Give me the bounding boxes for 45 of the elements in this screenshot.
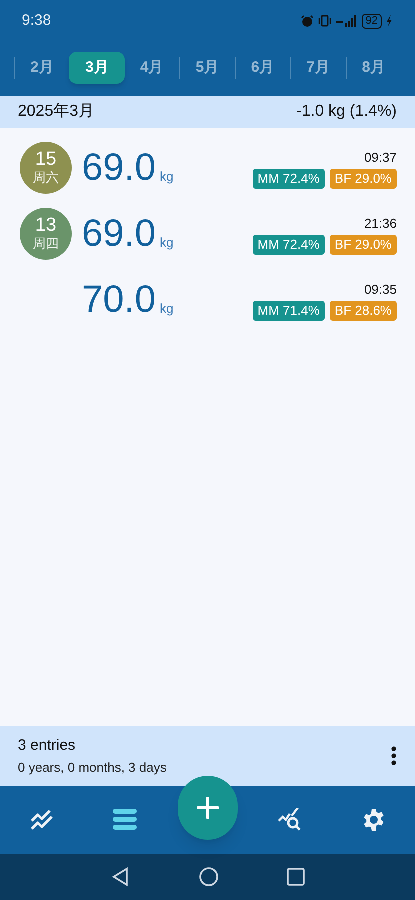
weight-value: 69.0	[82, 215, 156, 253]
charging-icon	[386, 15, 393, 27]
month-tab[interactable]: 2月	[14, 52, 70, 84]
alarm-icon	[300, 14, 314, 28]
weight-unit: kg	[160, 300, 174, 318]
muscle-mass-tag: MM 72.4%	[252, 169, 325, 188]
battery-level: 92	[362, 14, 382, 28]
weight-unit: kg	[160, 234, 174, 252]
day-number: 15	[35, 150, 57, 170]
list-icon[interactable]	[112, 809, 136, 831]
recents-icon[interactable]	[286, 868, 304, 886]
weekday: 周六	[33, 170, 59, 186]
month-tab[interactable]: 3月	[69, 52, 125, 84]
vibrate-icon	[318, 15, 332, 27]
day-number: 13	[35, 216, 57, 236]
body-fat-tag: BF 29.0%	[330, 235, 397, 254]
entry-time: 09:35	[364, 280, 397, 298]
weight-unit: kg	[160, 168, 174, 186]
back-icon[interactable]	[110, 867, 130, 887]
entry-count: 3 entries	[18, 736, 77, 756]
home-icon[interactable]	[198, 867, 218, 887]
weight-value: 70.0	[82, 281, 156, 319]
entry-time: 09:37	[364, 148, 397, 166]
plus-icon	[196, 797, 218, 819]
weekday: 周四	[33, 236, 59, 252]
month-tab[interactable]: 8月	[346, 52, 401, 84]
status-time: 9:38	[22, 10, 52, 31]
chart-search-icon[interactable]	[278, 808, 304, 832]
trend-icon[interactable]	[30, 809, 54, 831]
weight-value: 69.0	[82, 149, 156, 187]
time-span: 0 years, 0 months, 3 days	[18, 758, 167, 777]
month-title: 2025年3月	[18, 102, 94, 122]
month-tab[interactable]: 5月	[180, 52, 235, 84]
month-tab[interactable]: 6月	[236, 52, 290, 84]
signal-icon	[336, 15, 358, 27]
body-fat-tag: BF 28.6%	[330, 301, 397, 320]
muscle-mass-tag: MM 71.4%	[252, 301, 325, 320]
month-tab[interactable]: 4月	[124, 52, 180, 84]
body-fat-tag: BF 29.0%	[330, 169, 397, 188]
month-tab[interactable]: 7月	[291, 52, 346, 84]
settings-icon[interactable]	[362, 808, 386, 832]
weight-change: -1.0 kg (1.4%)	[296, 102, 397, 122]
entry-time: 21:36	[364, 214, 397, 232]
more-icon[interactable]	[391, 746, 397, 766]
muscle-mass-tag: MM 72.4%	[252, 235, 325, 254]
